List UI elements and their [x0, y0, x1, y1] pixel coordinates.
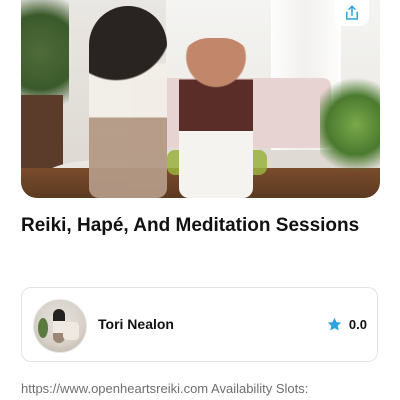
host-rating: 0.0 [326, 316, 367, 333]
host-name[interactable]: Tori Nealon [98, 316, 174, 332]
host-card[interactable]: Tori Nealon 0.0 [21, 287, 378, 362]
rating-value: 0.0 [348, 317, 367, 332]
share-icon [346, 5, 358, 20]
listing-description: https://www.openheartsreiki.com Availabi… [21, 381, 309, 396]
listing-hero-image[interactable] [21, 0, 380, 198]
avatar[interactable] [33, 299, 87, 353]
listing-title: Reiki, Hapé, And Meditation Sessions [21, 215, 360, 236]
hero-shelf [21, 95, 63, 170]
star-icon [327, 317, 342, 331]
hero-plant-right [320, 70, 380, 180]
share-button[interactable] [335, 0, 369, 26]
hero-practitioner [89, 6, 167, 198]
hero-client [179, 38, 253, 198]
